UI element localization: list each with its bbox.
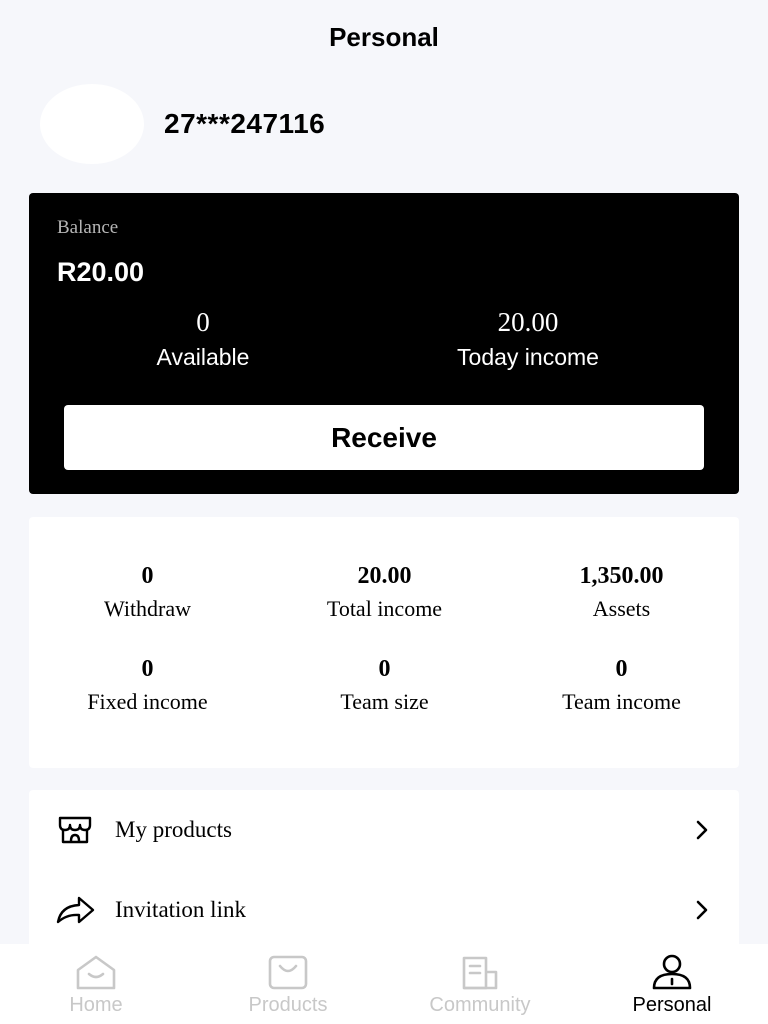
tab-label: Community <box>429 994 531 1016</box>
today-income-value: 20.00 <box>497 307 559 337</box>
bottom-tab-bar: Home Products Community Personal <box>0 944 768 1024</box>
menu-card: My products Invitation link <box>29 790 739 950</box>
tab-label: Personal <box>632 994 712 1016</box>
stat-label: Fixed income <box>87 689 208 714</box>
today-income-label: Today income <box>457 344 599 370</box>
bag-icon <box>268 955 308 990</box>
stat-value: 0 <box>141 563 154 589</box>
chevron-right-icon <box>696 900 708 920</box>
stat-label: Team income <box>562 689 681 714</box>
avatar[interactable] <box>40 84 144 164</box>
stat-team-income[interactable]: 0 Team income <box>503 656 740 715</box>
stat-assets[interactable]: 1,350.00 Assets <box>503 563 740 622</box>
menu-item-my-products[interactable]: My products <box>29 790 739 870</box>
stat-value: 0 <box>141 656 154 682</box>
tab-home[interactable]: Home <box>0 944 192 1024</box>
chevron-right-icon <box>696 820 708 840</box>
stat-fixed-income[interactable]: 0 Fixed income <box>29 656 266 715</box>
available-value: 0 <box>196 307 210 337</box>
personal-page: Personal 27***247116 Balance R20.00 0 Av… <box>0 0 768 1024</box>
receive-button[interactable]: Receive <box>64 405 704 470</box>
menu-item-label: Invitation link <box>115 897 246 922</box>
today-income-section: 20.00 Today income <box>378 307 678 371</box>
balance-card: Balance R20.00 0 Available 20.00 Today i… <box>29 193 739 494</box>
stat-total-income[interactable]: 20.00 Total income <box>266 563 503 622</box>
menu-item-label: My products <box>115 817 232 842</box>
profile-section: 27***247116 <box>40 84 325 164</box>
balance-label: Balance <box>57 217 119 238</box>
menu-item-invitation-link[interactable]: Invitation link <box>29 870 739 950</box>
user-icon <box>652 954 692 990</box>
home-icon <box>76 955 116 990</box>
store-icon <box>58 816 92 844</box>
tab-label: Home <box>69 994 123 1016</box>
stat-value: 20.00 <box>357 563 412 589</box>
page-title: Personal <box>329 22 439 52</box>
tab-personal[interactable]: Personal <box>576 944 768 1024</box>
stat-value: 0 <box>378 656 391 682</box>
stat-withdraw[interactable]: 0 Withdraw <box>29 563 266 622</box>
available-section: 0 Available <box>53 307 353 371</box>
stat-label: Assets <box>592 596 651 621</box>
available-label: Available <box>156 344 250 370</box>
user-id: 27***247116 <box>164 108 326 139</box>
stat-label: Team size <box>340 689 429 714</box>
tab-community[interactable]: Community <box>384 944 576 1024</box>
stat-team-size[interactable]: 0 Team size <box>266 656 503 715</box>
community-icon <box>462 956 498 990</box>
tab-products[interactable]: Products <box>192 944 384 1024</box>
stat-value: 0 <box>615 656 628 682</box>
balance-amount: R20.00 <box>57 257 145 287</box>
stat-label: Withdraw <box>103 596 192 621</box>
tab-label: Products <box>248 994 328 1016</box>
stat-label: Total income <box>326 596 443 621</box>
stat-value: 1,350.00 <box>579 563 664 589</box>
stats-card: 0 Withdraw 20.00 Total income 1,350.00 A… <box>29 517 739 768</box>
share-icon <box>56 896 95 924</box>
